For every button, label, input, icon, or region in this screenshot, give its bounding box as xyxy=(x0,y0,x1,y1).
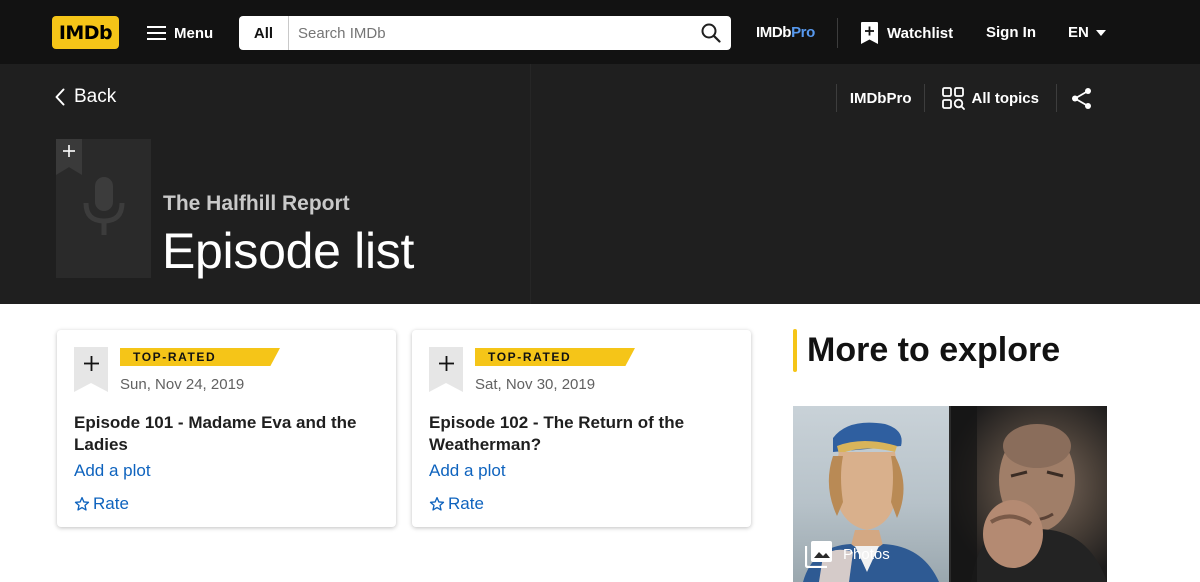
sub-nav-divider xyxy=(1056,84,1057,112)
plus-icon xyxy=(438,356,454,371)
search-bar: All xyxy=(239,16,731,50)
nav-divider xyxy=(837,18,838,48)
back-link[interactable]: Back xyxy=(55,86,116,108)
watchlist-add-icon xyxy=(861,22,878,44)
episode-title[interactable]: Episode 102 - The Return of the Weatherm… xyxy=(429,412,729,456)
language-selector[interactable]: EN xyxy=(1068,24,1106,41)
series-poster-placeholder xyxy=(56,139,151,278)
microphone-icon xyxy=(83,177,125,235)
star-outline-icon xyxy=(429,497,445,511)
rate-button[interactable]: Rate xyxy=(429,494,484,514)
add-to-watchlist-ribbon[interactable] xyxy=(56,139,82,175)
search-button[interactable] xyxy=(691,16,731,50)
sub-nav-divider xyxy=(924,84,926,112)
share-icon xyxy=(1072,87,1091,109)
series-title[interactable]: The Halfhill Report xyxy=(163,192,350,216)
rate-label: Rate xyxy=(93,494,129,513)
menu-label: Menu xyxy=(174,24,214,42)
hamburger-icon xyxy=(147,26,166,40)
all-topics-button[interactable]: All topics xyxy=(942,86,1039,110)
more-to-explore-heading: More to explore xyxy=(807,331,1061,369)
hero-divider xyxy=(530,64,531,304)
portrait-photo xyxy=(951,406,1107,582)
rate-button[interactable]: Rate xyxy=(74,494,129,514)
chevron-down-icon xyxy=(1095,29,1106,36)
top-navbar: IMDb Menu All IMDbPro Watchlist Sign In … xyxy=(0,0,1200,64)
plus-icon xyxy=(83,356,99,371)
add-plot-link[interactable]: Add a plot xyxy=(429,461,506,481)
add-to-watchlist-ribbon[interactable] xyxy=(429,347,463,392)
chevron-left-icon xyxy=(55,88,65,106)
search-category-dropdown[interactable]: All xyxy=(239,16,289,50)
photo-thumbnail xyxy=(951,406,1107,582)
episode-card: TOP-RATED Sat, Nov 30, 2019 Episode 102 … xyxy=(412,330,751,527)
episode-card: TOP-RATED Sun, Nov 24, 2019 Episode 101 … xyxy=(57,330,396,527)
star-outline-icon xyxy=(74,497,90,511)
language-label: EN xyxy=(1068,24,1089,41)
plus-icon xyxy=(63,145,75,157)
episode-title[interactable]: Episode 101 - Madame Eva and the Ladies xyxy=(74,412,374,456)
imdbpro-link[interactable]: IMDbPro xyxy=(850,90,912,107)
page-title: Episode list xyxy=(162,223,415,279)
imdbpro-logo[interactable]: IMDbPro xyxy=(756,24,815,41)
grid-search-icon xyxy=(942,86,966,110)
photos-gallery-tile[interactable]: Photos xyxy=(793,406,1107,582)
top-rated-badge: TOP-RATED xyxy=(120,348,280,366)
all-topics-label: All topics xyxy=(971,89,1039,107)
episode-date: Sun, Nov 24, 2019 xyxy=(120,376,245,393)
menu-button[interactable]: Menu xyxy=(147,20,213,46)
watchlist-button[interactable]: Watchlist xyxy=(861,22,953,44)
share-button[interactable] xyxy=(1071,87,1092,110)
imdbpro-logo-imdb: IMDb xyxy=(756,24,792,41)
episode-date: Sat, Nov 30, 2019 xyxy=(475,376,596,393)
photo-library-icon xyxy=(805,541,832,568)
photos-label: Photos xyxy=(843,545,890,563)
add-to-watchlist-ribbon[interactable] xyxy=(74,347,108,392)
search-icon xyxy=(701,23,721,43)
section-accent-bar xyxy=(793,329,797,372)
photos-label-group: Photos xyxy=(805,540,890,568)
sign-in-link[interactable]: Sign In xyxy=(986,24,1036,41)
rate-label: Rate xyxy=(448,494,484,513)
search-input[interactable] xyxy=(289,16,691,50)
sub-nav-divider xyxy=(835,84,837,112)
imdb-logo[interactable]: IMDb xyxy=(52,16,119,49)
back-label: Back xyxy=(74,86,117,107)
top-rated-badge: TOP-RATED xyxy=(475,348,635,366)
imdbpro-logo-pro: Pro xyxy=(791,24,815,41)
watchlist-label: Watchlist xyxy=(887,24,954,42)
add-plot-link[interactable]: Add a plot xyxy=(74,461,151,481)
hero-sub-nav: IMDbPro All topics xyxy=(835,82,1200,114)
hero-section: Back IMDbPro All topics The Halfhill Rep… xyxy=(0,64,1200,304)
